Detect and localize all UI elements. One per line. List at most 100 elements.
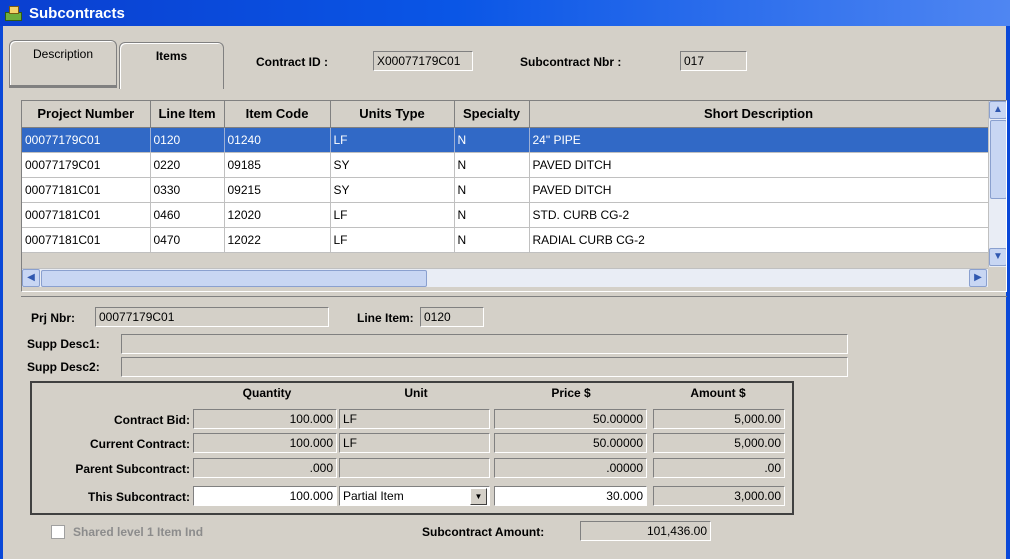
scroll-right-arrow-icon[interactable]: ▶ — [969, 269, 987, 287]
parent-subcontract-label: Parent Subcontract: — [75, 462, 190, 476]
scroll-up-arrow-icon[interactable]: ▲ — [989, 101, 1006, 119]
table-row[interactable]: 00077179C01 0120 01240 LF N 24" PIPE — [22, 127, 989, 153]
cell-units-type[interactable]: LF — [330, 227, 455, 253]
cell-line-item[interactable]: 0120 — [150, 127, 225, 153]
current-contract-price[interactable]: 50.00000 — [494, 433, 647, 453]
contract-bid-price[interactable]: 50.00000 — [494, 409, 647, 429]
cell-item-code[interactable]: 01240 — [224, 127, 331, 153]
supp-desc2-field[interactable] — [121, 357, 848, 377]
cell-item-code[interactable]: 09215 — [224, 177, 331, 203]
cell-specialty[interactable]: N — [454, 127, 530, 153]
price-column-header: Price $ — [551, 386, 591, 400]
table-row[interactable]: 00077181C01 0460 12020 LF N STD. CURB CG… — [22, 202, 989, 228]
table-row[interactable]: 00077181C01 0330 09215 SY N PAVED DITCH — [22, 177, 989, 203]
shared-level-1-checkbox[interactable] — [51, 525, 65, 539]
col-header-specialty[interactable]: Specialty — [454, 101, 530, 128]
parent-subcontract-quantity[interactable]: .000 — [193, 458, 337, 478]
contract-bid-quantity[interactable]: 100.000 — [193, 409, 337, 429]
contract-id-field[interactable]: X00077179C01 — [373, 51, 473, 71]
cell-short-description[interactable]: RADIAL CURB CG-2 — [529, 227, 989, 253]
cell-units-type[interactable]: SY — [330, 152, 455, 178]
supp-desc1-field[interactable] — [121, 334, 848, 354]
line-item-label: Line Item: — [357, 311, 414, 325]
this-subcontract-unit-select[interactable]: Partial Item — [339, 486, 490, 506]
cell-line-item[interactable]: 0460 — [150, 202, 225, 228]
quantity-column-header: Quantity — [242, 386, 292, 400]
supp-desc2-label: Supp Desc2: — [27, 360, 100, 374]
tab-description-label: Description — [32, 47, 94, 61]
contract-bid-amount[interactable]: 5,000.00 — [653, 409, 785, 429]
col-header-item-code[interactable]: Item Code — [224, 101, 331, 128]
cell-project-number[interactable]: 00077179C01 — [22, 127, 151, 153]
cell-short-description[interactable]: PAVED DITCH — [529, 152, 989, 178]
tab-description-divider — [9, 85, 117, 88]
prj-nbr-label: Prj Nbr: — [31, 311, 76, 325]
current-contract-unit[interactable]: LF — [339, 433, 490, 453]
tab-description[interactable]: Description — [9, 40, 117, 87]
col-header-project-number[interactable]: Project Number — [22, 101, 151, 128]
cell-specialty[interactable]: N — [454, 152, 530, 178]
parent-subcontract-price[interactable]: .00000 — [494, 458, 647, 478]
scroll-left-arrow-icon[interactable]: ◀ — [22, 269, 40, 287]
cell-line-item[interactable]: 0470 — [150, 227, 225, 253]
unit-column-header: Unit — [404, 386, 428, 400]
current-contract-amount[interactable]: 5,000.00 — [653, 433, 785, 453]
parent-subcontract-amount[interactable]: .00 — [653, 458, 785, 478]
col-header-short-description[interactable]: Short Description — [529, 101, 989, 128]
subcontracts-window-icon — [4, 4, 24, 22]
cell-specialty[interactable]: N — [454, 177, 530, 203]
supp-desc1-label: Supp Desc1: — [27, 337, 100, 351]
table-row[interactable]: 00077181C01 0470 12022 LF N RADIAL CURB … — [22, 227, 989, 253]
contract-bid-label: Contract Bid: — [114, 413, 190, 427]
cell-short-description[interactable]: PAVED DITCH — [529, 177, 989, 203]
cell-item-code[interactable]: 12020 — [224, 202, 331, 228]
items-table: Project Number Line Item Item Code Units… — [22, 101, 989, 253]
this-subcontract-amount[interactable]: 3,000.00 — [653, 486, 785, 506]
cell-specialty[interactable]: N — [454, 227, 530, 253]
dropdown-arrow-icon[interactable]: ▼ — [470, 488, 487, 505]
col-header-units-type[interactable]: Units Type — [330, 101, 455, 128]
items-grid[interactable]: Project Number Line Item Item Code Units… — [21, 100, 1007, 292]
vertical-scrollbar[interactable]: ▲ ▼ — [988, 101, 1006, 267]
cell-project-number[interactable]: 00077181C01 — [22, 177, 151, 203]
cell-line-item[interactable]: 0330 — [150, 177, 225, 203]
horizontal-scrollbar[interactable]: ◀ ▶ — [22, 268, 988, 287]
contract-bid-unit[interactable]: LF — [339, 409, 490, 429]
title-bar[interactable]: Subcontracts — [0, 0, 1010, 26]
cell-specialty[interactable]: N — [454, 202, 530, 228]
this-subcontract-label: This Subcontract: — [87, 490, 190, 504]
cell-item-code[interactable]: 09185 — [224, 152, 331, 178]
scroll-down-arrow-icon[interactable]: ▼ — [989, 248, 1006, 266]
window-title: Subcontracts — [29, 4, 125, 22]
prj-nbr-field[interactable]: 00077179C01 — [95, 307, 329, 327]
cell-line-item[interactable]: 0220 — [150, 152, 225, 178]
cell-short-description[interactable]: STD. CURB CG-2 — [529, 202, 989, 228]
subcontract-amount-label: Subcontract Amount: — [422, 525, 545, 539]
tab-items-label: Items — [155, 49, 188, 63]
line-item-field[interactable]: 0120 — [420, 307, 484, 327]
this-subcontract-quantity[interactable]: 100.000 — [193, 486, 337, 506]
cell-units-type[interactable]: SY — [330, 177, 455, 203]
cell-project-number[interactable]: 00077179C01 — [22, 152, 151, 178]
current-contract-quantity[interactable]: 100.000 — [193, 433, 337, 453]
current-contract-label: Current Contract: — [89, 437, 190, 451]
col-header-line-item[interactable]: Line Item — [150, 101, 225, 128]
cell-item-code[interactable]: 12022 — [224, 227, 331, 253]
cell-project-number[interactable]: 00077181C01 — [22, 202, 151, 228]
this-subcontract-unit-value: Partial Item — [343, 489, 404, 503]
subcontract-nbr-label: Subcontract Nbr : — [520, 55, 622, 69]
subcontract-nbr-field[interactable]: 017 — [680, 51, 747, 71]
amount-column-header: Amount $ — [690, 386, 746, 400]
cell-short-description[interactable]: 24" PIPE — [529, 127, 989, 153]
cell-units-type[interactable]: LF — [330, 202, 455, 228]
cell-project-number[interactable]: 00077181C01 — [22, 227, 151, 253]
cell-units-type[interactable]: LF — [330, 127, 455, 153]
parent-subcontract-unit[interactable] — [339, 458, 490, 478]
subcontract-amount-field[interactable]: 101,436.00 — [580, 521, 711, 541]
vertical-scroll-thumb[interactable] — [990, 120, 1006, 199]
tab-items[interactable]: Items — [119, 42, 224, 89]
horizontal-scroll-thumb[interactable] — [41, 270, 427, 287]
this-subcontract-price[interactable]: 30.000 — [494, 486, 647, 506]
table-row[interactable]: 00077179C01 0220 09185 SY N PAVED DITCH — [22, 152, 989, 178]
shared-level-1-label: Shared level 1 Item Ind — [73, 525, 204, 539]
